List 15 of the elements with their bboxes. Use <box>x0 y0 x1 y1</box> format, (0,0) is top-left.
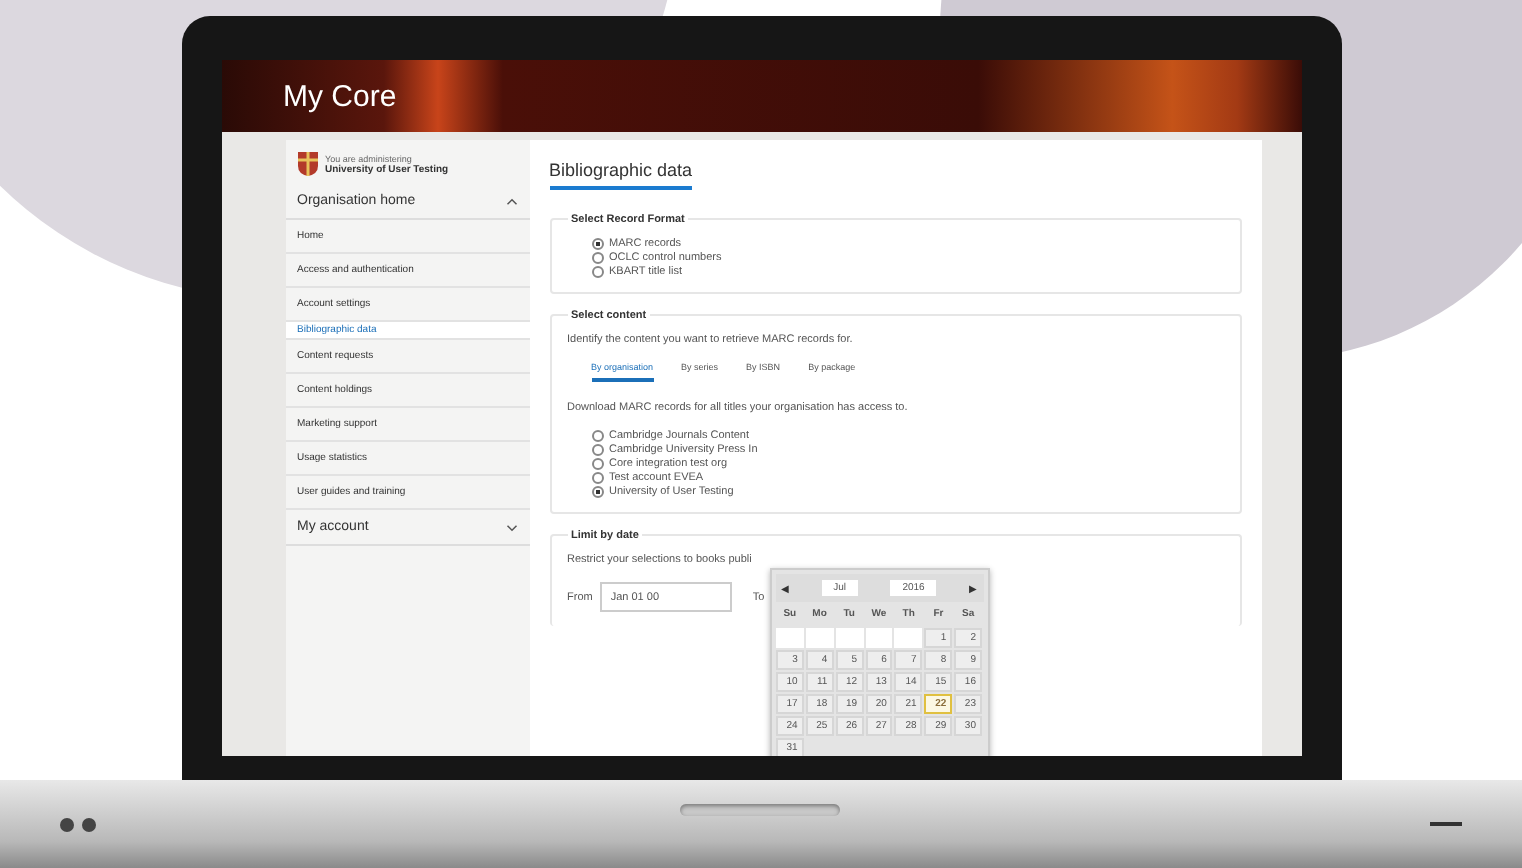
radio-button[interactable] <box>591 444 603 456</box>
radio-button[interactable] <box>591 458 603 470</box>
indicator-light <box>82 817 96 831</box>
indicator-light <box>60 817 74 831</box>
radio-button[interactable] <box>591 486 603 498</box>
radio-button[interactable] <box>591 238 603 250</box>
radio-button[interactable] <box>591 472 603 484</box>
radio-button[interactable] <box>591 430 603 442</box>
chevron-icon <box>505 523 517 531</box>
radio-button[interactable] <box>591 252 603 264</box>
radio-button[interactable] <box>591 266 603 278</box>
crest-icon <box>297 152 317 176</box>
site-title: My Core <box>283 79 397 113</box>
chevron-icon <box>505 197 517 205</box>
page-title: Bibliographic data <box>549 160 693 190</box>
